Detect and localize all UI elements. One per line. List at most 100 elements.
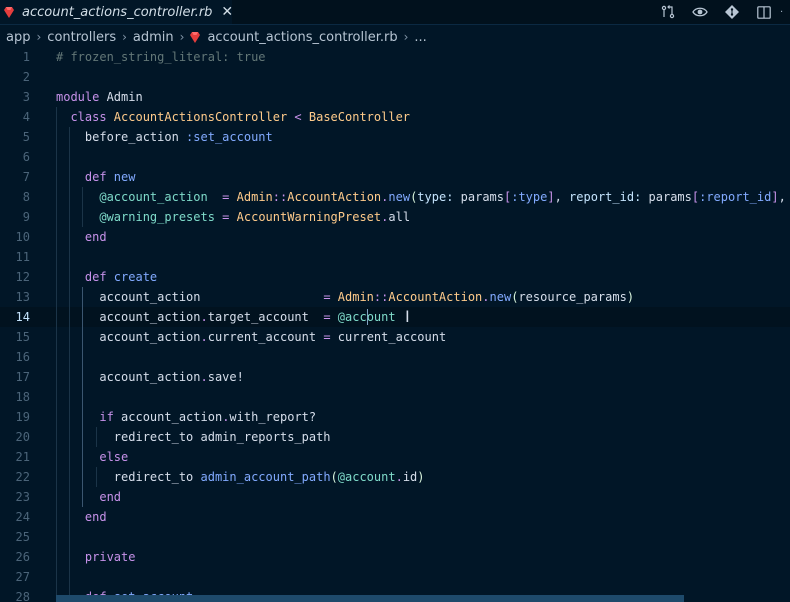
code-line[interactable]: 4 class AccountActionsController < BaseC…: [0, 107, 790, 127]
line-number: 17: [15, 370, 30, 384]
line-number: 5: [22, 130, 30, 144]
code-line[interactable]: 24 end: [0, 507, 790, 527]
code-token: :type: [511, 190, 548, 204]
code-token: AccountAction: [388, 290, 483, 304]
code-line[interactable]: 13 account_action = Admin::AccountAction…: [0, 287, 790, 307]
code-text: before_action :set_account: [56, 127, 273, 147]
code-token: =: [316, 330, 338, 344]
code-token: AccountAction: [287, 190, 382, 204]
code-line[interactable]: 15 account_action.current_account = curr…: [0, 327, 790, 347]
code-token: Admin: [236, 190, 273, 204]
git-icon[interactable]: [716, 0, 748, 24]
line-number: 28: [15, 590, 30, 602]
code-line[interactable]: 19 if account_action.with_report?: [0, 407, 790, 427]
code-token: ,: [778, 190, 786, 204]
code-text: # frozen_string_literal: true: [56, 47, 266, 67]
breadcrumb-item-controllers[interactable]: controllers: [47, 30, 116, 45]
chevron-right-icon: ›: [36, 30, 42, 44]
code-text: end: [56, 227, 107, 247]
code-token: redirect_to: [56, 470, 201, 484]
code-token: id: [402, 470, 418, 484]
code-token: .: [200, 310, 208, 324]
breadcrumb-item-file[interactable]: account_actions_controller.rb: [190, 29, 398, 45]
chevron-right-icon: ›: [403, 30, 409, 44]
code-token: current_account: [207, 330, 317, 344]
code-text: @account_action = Admin::AccountAction.n…: [56, 187, 790, 207]
code-token: :report_id: [699, 190, 772, 204]
code-line[interactable]: 20 redirect_to admin_reports_path: [0, 427, 790, 447]
code-text: end: [56, 487, 121, 507]
code-token: admin_account_path: [200, 470, 331, 484]
close-icon[interactable]: ✕: [221, 5, 233, 19]
code-line[interactable]: 23 end: [0, 487, 790, 507]
code-line[interactable]: 21 else: [0, 447, 790, 467]
code-text: module Admin: [56, 87, 143, 107]
code-line[interactable]: 27: [0, 567, 790, 587]
breadcrumb-file-label: account_actions_controller.rb: [207, 29, 398, 45]
breadcrumb-item-app[interactable]: app: [6, 30, 30, 45]
line-number: 18: [15, 390, 30, 404]
code-text: end: [56, 507, 107, 527]
code-line[interactable]: 2: [0, 67, 790, 87]
code-line[interactable]: 12 def create: [0, 267, 790, 287]
line-number: 4: [22, 110, 30, 124]
code-line[interactable]: 16: [0, 347, 790, 367]
code-text: redirect_to admin_reports_path: [56, 427, 331, 447]
code-token: =: [207, 190, 237, 204]
source-control-compare-icon[interactable]: [652, 0, 684, 24]
editor-actions: ·: [652, 0, 790, 24]
code-text: def new: [56, 167, 136, 187]
code-line[interactable]: 18: [0, 387, 790, 407]
indent-guide: [56, 107, 57, 602]
code-editor[interactable]: 1 # frozen_string_literal: true 2 3 module A…: [0, 47, 790, 602]
code-line[interactable]: 5 before_action :set_account: [0, 127, 790, 147]
code-line[interactable]: 8 @account_action = Admin::AccountAction…: [0, 187, 790, 207]
code-token: @warning_presets: [99, 210, 215, 224]
code-token: end: [56, 510, 107, 524]
code-line[interactable]: 22 redirect_to admin_account_path(@accou…: [0, 467, 790, 487]
code-line[interactable]: 6: [0, 147, 790, 167]
split-editor-icon[interactable]: [748, 0, 780, 24]
code-line[interactable]: 1 # frozen_string_literal: true: [0, 47, 790, 67]
code-text: else: [56, 447, 128, 467]
editor-tab[interactable]: account_actions_controller.rb ✕: [0, 0, 233, 24]
code-token: account_action: [56, 370, 201, 384]
code-line[interactable]: 11: [0, 247, 790, 267]
code-line[interactable]: 3 module Admin: [0, 87, 790, 107]
code-token: .: [200, 370, 208, 384]
breadcrumb-item-admin[interactable]: admin: [133, 30, 174, 45]
code-line[interactable]: 17 account_action.save!: [0, 367, 790, 387]
code-line[interactable]: 14 account_action.target_account = @acco…: [0, 307, 790, 327]
code-line[interactable]: 26 private: [0, 547, 790, 567]
line-number: 6: [22, 150, 30, 164]
breadcrumb-item-symbols[interactable]: ...: [414, 30, 426, 45]
code-token: ]: [547, 190, 555, 204]
code-token: new: [113, 170, 136, 184]
code-token: (: [330, 470, 338, 484]
code-line[interactable]: 10 end: [0, 227, 790, 247]
indent-guide: [82, 187, 84, 227]
eye-icon[interactable]: [684, 0, 716, 24]
line-number: 27: [15, 570, 30, 584]
indent-guide: [69, 127, 71, 602]
code-token: ,: [554, 190, 570, 204]
code-line[interactable]: 25: [0, 527, 790, 547]
code-token: account_action: [56, 330, 201, 344]
chevron-right-icon: ›: [179, 30, 185, 44]
code-token: end: [56, 230, 107, 244]
code-line[interactable]: 7 def new: [0, 167, 790, 187]
code-token: with_report?: [229, 410, 317, 424]
line-number: 24: [15, 510, 30, 524]
code-token: ::: [272, 190, 288, 204]
code-token: private: [56, 550, 136, 564]
horizontal-scrollbar[interactable]: [56, 595, 684, 602]
code-token: AccountActionsController: [113, 110, 288, 124]
more-actions-icon[interactable]: ·: [780, 7, 790, 18]
code-line[interactable]: 9 @warning_presets = AccountWarningPrese…: [0, 207, 790, 227]
code-text: class AccountActionsController < BaseCon…: [56, 107, 410, 127]
line-number: 1: [22, 50, 30, 64]
code-text: account_action.current_account = current…: [56, 327, 446, 347]
ruby-file-icon: [190, 31, 201, 43]
code-text: redirect_to admin_account_path(@account.…: [56, 467, 425, 487]
